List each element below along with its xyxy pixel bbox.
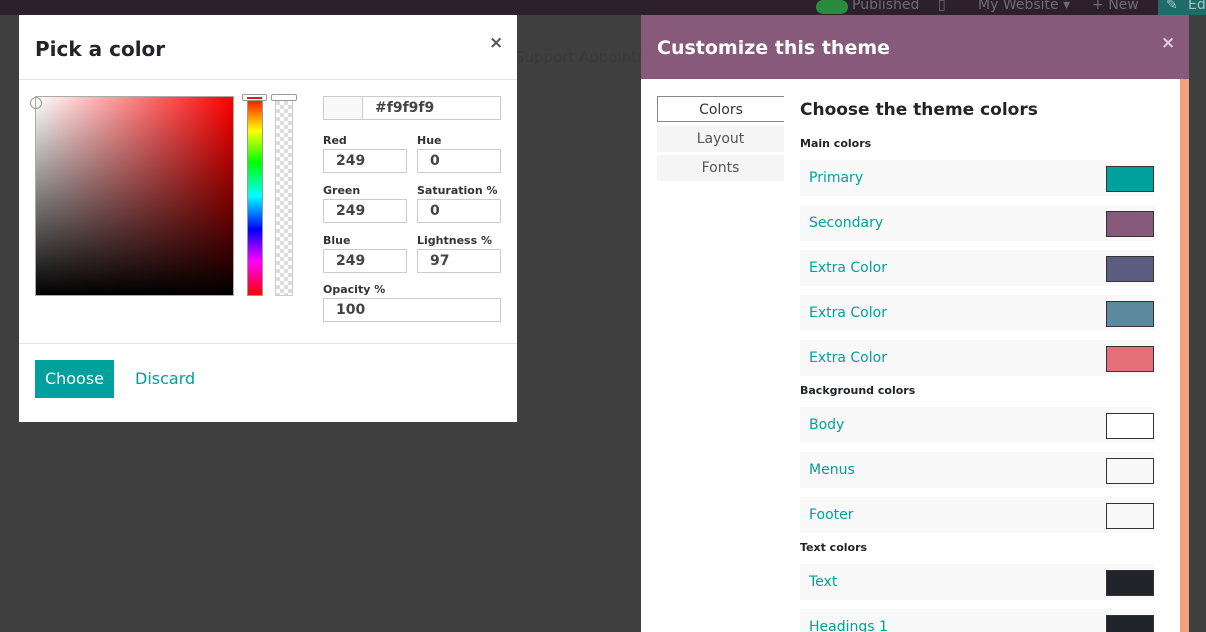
published-label[interactable]: Published — [852, 0, 919, 13]
opacity-slider[interactable] — [275, 96, 293, 296]
saturation-label: Saturation % — [417, 184, 498, 197]
mobile-preview-icon[interactable]: ▯ — [938, 0, 946, 13]
hue-slider[interactable] — [247, 96, 263, 296]
hue-slider-handle[interactable] — [242, 94, 267, 101]
color-row-label: Extra Color — [809, 350, 887, 366]
color-swatch[interactable] — [1106, 301, 1154, 327]
color-row-secondary[interactable]: Secondary — [800, 205, 1154, 241]
blue-input[interactable]: 249 — [323, 249, 407, 273]
lightness-input[interactable]: 97 — [417, 249, 501, 273]
red-label: Red — [323, 134, 347, 147]
hue-input[interactable]: 0 — [417, 149, 501, 173]
caret-down-icon: ▾ — [1063, 0, 1071, 13]
discard-button[interactable]: Discard — [135, 360, 195, 398]
color-swatch[interactable] — [1106, 615, 1154, 632]
saturation-value-picker[interactable] — [35, 96, 234, 296]
color-swatch[interactable] — [1106, 346, 1154, 372]
tab-colors[interactable]: Colors — [657, 96, 784, 122]
saturation-input[interactable]: 0 — [417, 199, 501, 223]
color-row-label: Footer — [809, 507, 854, 523]
color-row-extra-2[interactable]: Extra Color — [800, 295, 1154, 331]
color-swatch[interactable] — [1106, 458, 1154, 484]
published-toggle[interactable] — [816, 0, 848, 14]
color-row-primary[interactable]: Primary — [800, 160, 1154, 196]
color-row-label: Menus — [809, 462, 855, 478]
color-row-body[interactable]: Body — [800, 407, 1154, 443]
color-row-extra-3[interactable]: Extra Color — [800, 340, 1154, 376]
color-row-label: Extra Color — [809, 305, 887, 321]
picker-title: Pick a color — [35, 37, 166, 61]
tab-layout[interactable]: Layout — [657, 126, 784, 152]
color-row-menus[interactable]: Menus — [800, 452, 1154, 488]
plus-icon: + — [1092, 0, 1104, 13]
picker-header: Pick a color × — [19, 15, 517, 80]
group-label-main: Main colors — [800, 137, 872, 150]
red-input[interactable]: 249 — [323, 149, 407, 173]
close-icon[interactable]: × — [489, 33, 503, 53]
group-label-text: Text colors — [800, 541, 868, 554]
hue-label: Hue — [417, 134, 442, 147]
color-swatch[interactable] — [1106, 211, 1154, 237]
tab-fonts[interactable]: Fonts — [657, 155, 784, 181]
color-row-label: Extra Color — [809, 260, 887, 276]
color-swatch[interactable] — [1106, 570, 1154, 596]
color-row-label: Body — [809, 417, 845, 433]
color-swatch[interactable] — [1106, 166, 1154, 192]
customize-theme-dialog: Customize this theme × Colors Layout Fon… — [641, 15, 1189, 632]
new-button[interactable]: + New — [1092, 0, 1139, 13]
site-nav-support: Support — [515, 48, 575, 66]
green-label: Green — [323, 184, 361, 197]
my-website-label: My Website — [978, 0, 1059, 13]
opacity-label: Opacity % — [323, 283, 386, 296]
color-swatch[interactable] — [1106, 413, 1154, 439]
color-row-footer[interactable]: Footer — [800, 497, 1154, 533]
my-website-menu[interactable]: My Website ▾ — [978, 0, 1070, 13]
picker-cursor[interactable] — [30, 97, 42, 109]
color-row-label: Secondary — [809, 215, 884, 231]
group-label-background: Background colors — [800, 384, 916, 397]
color-swatch[interactable] — [1106, 256, 1154, 282]
scrollbar[interactable] — [1180, 79, 1189, 632]
close-icon[interactable]: × — [1161, 33, 1175, 53]
edit-label: Edi — [1188, 0, 1206, 13]
pick-color-dialog: Pick a color × #f9f9f9 Red 249 Hue 0 Gre… — [19, 15, 517, 422]
section-title: Choose the theme colors — [800, 100, 1038, 120]
opacity-slider-handle[interactable] — [271, 94, 297, 101]
customize-title: Customize this theme — [657, 37, 891, 59]
pencil-icon: ✎ — [1166, 0, 1178, 13]
new-label: New — [1108, 0, 1139, 13]
color-swatch[interactable] — [1106, 503, 1154, 529]
color-row-headings-1[interactable]: Headings 1 — [800, 609, 1154, 632]
edit-button[interactable]: ✎ Edi — [1158, 0, 1206, 15]
top-navbar: Published ▯ My Website ▾ + New ✎ Edi — [0, 0, 1206, 15]
lightness-label: Lightness % — [417, 234, 492, 247]
color-row-label: Headings 1 — [809, 619, 888, 632]
picker-footer: Choose Discard — [19, 343, 517, 422]
customize-header: Customize this theme × — [641, 15, 1189, 79]
color-row-label: Primary — [809, 170, 864, 186]
hex-input[interactable]: #f9f9f9 — [362, 96, 501, 120]
color-row-text[interactable]: Text — [800, 564, 1154, 600]
color-row-extra-1[interactable]: Extra Color — [800, 250, 1154, 286]
choose-button[interactable]: Choose — [35, 360, 114, 398]
opacity-input[interactable]: 100 — [323, 298, 501, 322]
blue-label: Blue — [323, 234, 351, 247]
color-preview-swatch — [323, 96, 363, 120]
color-row-label: Text — [809, 574, 838, 590]
green-input[interactable]: 249 — [323, 199, 407, 223]
